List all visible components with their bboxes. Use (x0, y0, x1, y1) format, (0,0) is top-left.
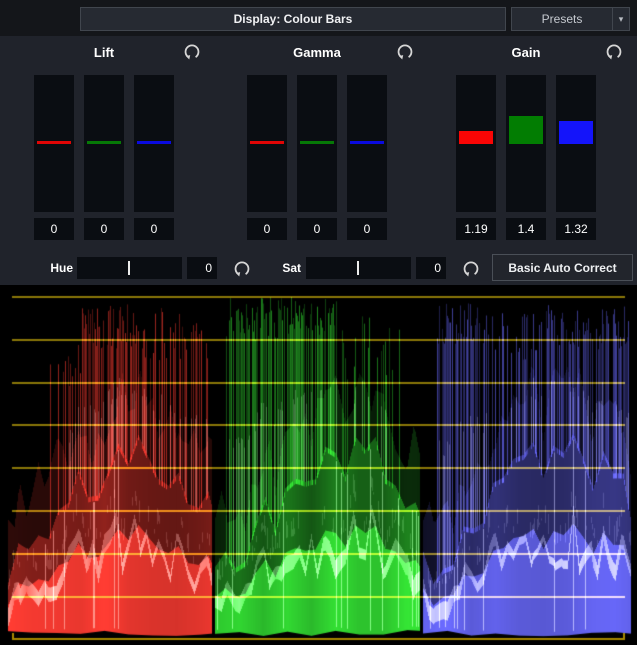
gain-green-value[interactable]: 1.4 (506, 218, 546, 240)
gamma-green-handle[interactable] (300, 141, 334, 144)
gain-reset-button[interactable] (604, 42, 624, 62)
lift-green-value[interactable]: 0 (84, 218, 124, 240)
gamma-green-value[interactable]: 0 (297, 218, 337, 240)
gain-red-slider[interactable] (456, 75, 496, 212)
top-bar: Display: Colour Bars Presets ▾ (0, 0, 637, 36)
sat-slider-thumb[interactable] (357, 261, 359, 275)
gamma-green-slider[interactable] (297, 75, 337, 212)
colour-correct-panel: Display: Colour Bars Presets ▾ Lift 0 0 … (0, 0, 637, 645)
lift-reset-button[interactable] (182, 42, 202, 62)
controls-panel: Lift 0 0 0 Gamma 0 0 0 Gain 1. (0, 36, 637, 285)
section-gain: Gain 1.19 1.4 1.32 (456, 36, 637, 246)
presets-split-button: Presets ▾ (511, 7, 630, 31)
hue-value[interactable]: 0 (187, 257, 217, 279)
hue-reset-button[interactable] (232, 259, 252, 279)
lift-blue-slider[interactable] (134, 75, 174, 212)
gain-red-value[interactable]: 1.19 (456, 218, 496, 240)
display-mode-button[interactable]: Display: Colour Bars (80, 7, 506, 31)
gamma-red-handle[interactable] (250, 141, 284, 144)
gain-blue-slider[interactable] (556, 75, 596, 212)
sat-label: Sat (270, 257, 301, 279)
reset-icon (183, 43, 201, 61)
lift-green-slider[interactable] (84, 75, 124, 212)
rgb-parade-waveform-scope (0, 285, 637, 645)
lift-green-handle[interactable] (87, 141, 121, 144)
section-gamma-title: Gamma (247, 45, 387, 60)
sat-reset-button[interactable] (461, 259, 481, 279)
lift-red-slider[interactable] (34, 75, 74, 212)
gain-green-slider[interactable] (506, 75, 546, 212)
presets-dropdown-button[interactable]: ▾ (612, 8, 629, 30)
gain-red-handle[interactable] (459, 131, 493, 144)
sat-value[interactable]: 0 (416, 257, 446, 279)
hue-slider-thumb[interactable] (128, 261, 130, 275)
section-lift-title: Lift (34, 45, 174, 60)
gamma-red-slider[interactable] (247, 75, 287, 212)
caret-down-icon: ▾ (619, 14, 624, 24)
hue-label: Hue (40, 257, 73, 279)
presets-button[interactable]: Presets (512, 8, 612, 30)
gain-green-handle[interactable] (509, 116, 543, 144)
section-gain-title: Gain (456, 45, 596, 60)
hue-slider[interactable] (77, 257, 182, 279)
reset-icon (233, 260, 251, 278)
lift-red-handle[interactable] (37, 141, 71, 144)
sat-slider[interactable] (306, 257, 411, 279)
gain-blue-value[interactable]: 1.32 (556, 218, 596, 240)
reset-icon (605, 43, 623, 61)
gamma-blue-value[interactable]: 0 (347, 218, 387, 240)
gamma-reset-button[interactable] (395, 42, 415, 62)
section-lift: Lift 0 0 0 (34, 36, 234, 246)
gamma-red-value[interactable]: 0 (247, 218, 287, 240)
reset-icon (396, 43, 414, 61)
reset-icon (462, 260, 480, 278)
lift-red-value[interactable]: 0 (34, 218, 74, 240)
basic-auto-correct-button[interactable]: Basic Auto Correct (492, 254, 633, 281)
gain-blue-handle[interactable] (559, 121, 593, 144)
lift-blue-handle[interactable] (137, 141, 171, 144)
section-gamma: Gamma 0 0 0 (247, 36, 447, 246)
lift-blue-value[interactable]: 0 (134, 218, 174, 240)
gamma-blue-handle[interactable] (350, 141, 384, 144)
gamma-blue-slider[interactable] (347, 75, 387, 212)
